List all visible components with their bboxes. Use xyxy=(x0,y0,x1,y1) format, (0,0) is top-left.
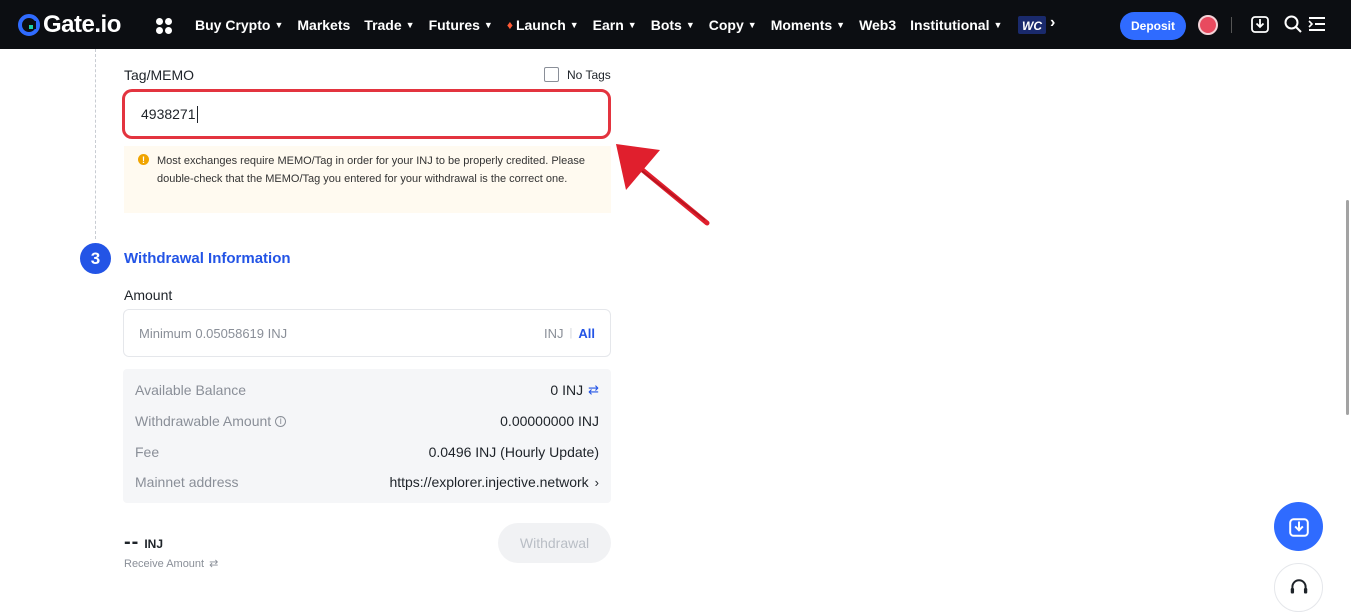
nav-item-trade[interactable]: Trade ▼ xyxy=(364,17,414,33)
nav-item-buy-crypto[interactable]: Buy Crypto ▼ xyxy=(195,17,283,33)
memo-warning-text: Most exchanges require MEMO/Tag in order… xyxy=(157,155,585,185)
summary-row-withdrawable-amount: Withdrawable Amount i 0.00000000 INJ xyxy=(135,413,599,429)
no-tags-label: No Tags xyxy=(567,67,611,82)
headset-icon xyxy=(1290,578,1307,593)
gate-logo-icon xyxy=(18,14,40,36)
main-nav: Buy Crypto ▼ Markets Trade ▼ Futures ▼ ♦ Lau… xyxy=(195,0,1016,49)
text-cursor xyxy=(196,105,198,123)
nav-item-institutional[interactable]: Institutional ▼ xyxy=(910,17,1002,33)
summary-row-available-balance: Available Balance 0 INJ ⇄ xyxy=(135,382,599,398)
download-icon[interactable] xyxy=(1250,14,1270,34)
info-icon[interactable]: i xyxy=(275,415,287,427)
tag-memo-label: Tag/MEMO xyxy=(124,67,195,83)
caret-down-icon: ▼ xyxy=(993,19,1003,30)
amount-placeholder: Minimum 0.05058619 INJ xyxy=(139,325,288,341)
avatar[interactable] xyxy=(1198,15,1218,35)
amount-label: Amount xyxy=(124,287,173,303)
download-app-button[interactable] xyxy=(1274,502,1323,551)
nav-item-launch[interactable]: ♦ Launch ▼ xyxy=(507,17,579,33)
nav-item-markets[interactable]: Markets xyxy=(297,17,350,33)
divider xyxy=(1231,17,1232,33)
nav-item-earn[interactable]: Earn ▼ xyxy=(593,17,637,33)
summary-row-mainnet-address[interactable]: Mainnet address https://explorer.injecti… xyxy=(135,472,599,492)
world-cup-badge-icon[interactable]: WC xyxy=(1018,14,1046,36)
receive-amount-value: -- INJ xyxy=(124,531,164,553)
nav-item-bots[interactable]: Bots ▼ xyxy=(651,17,695,33)
nav-item-web3[interactable]: Web3 xyxy=(859,17,896,33)
withdrawal-button[interactable]: Withdrawal xyxy=(498,523,611,563)
caret-down-icon: ▼ xyxy=(274,19,284,30)
swap-icon[interactable]: ⇄ xyxy=(209,557,218,570)
all-button[interactable]: All xyxy=(578,326,595,341)
nav-more-chevron-icon[interactable]: › xyxy=(1050,14,1055,32)
badge-text: WC xyxy=(1022,19,1042,33)
transfer-swap-icon[interactable]: ⇄ xyxy=(588,382,599,398)
caret-down-icon: ▼ xyxy=(569,19,579,30)
no-tags-checkbox[interactable]: No Tags xyxy=(544,67,611,82)
section-title: Withdrawal Information xyxy=(124,250,291,267)
amount-unit: INJ xyxy=(544,325,564,341)
caret-down-icon: ▼ xyxy=(627,19,637,30)
summary-row-fee: Fee 0.0496 INJ (Hourly Update) xyxy=(135,444,599,460)
amount-input[interactable]: Minimum 0.05058619 INJ INJ | All xyxy=(123,309,611,357)
memo-warning-notice: ! Most exchanges require MEMO/Tag in ord… xyxy=(124,146,611,213)
scrollbar[interactable] xyxy=(1346,200,1349,415)
nav-item-copy[interactable]: Copy ▼ xyxy=(709,17,757,33)
red-arrow-annotation-icon xyxy=(616,144,710,226)
logo-text: Gate.io xyxy=(43,11,121,38)
step-number-badge: 3 xyxy=(80,243,111,274)
caret-down-icon: ▼ xyxy=(836,19,846,30)
step-connector-line xyxy=(95,49,96,239)
menu-icon[interactable] xyxy=(1307,14,1327,34)
checkbox-icon[interactable] xyxy=(544,67,559,82)
tag-memo-input[interactable]: 4938271 xyxy=(122,89,611,139)
top-navigation-bar: Gate.io Buy Crypto ▼ Markets Trade ▼ Futur… xyxy=(0,0,1351,49)
download-icon xyxy=(1288,517,1309,537)
gate-logo[interactable]: Gate.io xyxy=(18,11,121,39)
deposit-button[interactable]: Deposit xyxy=(1120,12,1186,40)
tag-memo-value: 4938271 xyxy=(141,106,196,122)
chevron-right-icon: › xyxy=(594,474,599,490)
search-icon[interactable] xyxy=(1283,14,1303,34)
caret-down-icon: ▼ xyxy=(405,19,415,30)
caret-down-icon: ▼ xyxy=(747,19,757,30)
unit-divider: | xyxy=(569,327,573,339)
nav-item-futures[interactable]: Futures ▼ xyxy=(429,17,493,33)
support-button[interactable] xyxy=(1274,563,1323,612)
receive-amount-label: Receive Amount ⇄ xyxy=(124,557,219,571)
warning-icon: ! xyxy=(138,154,149,165)
caret-down-icon: ▼ xyxy=(685,19,695,30)
nav-item-moments[interactable]: Moments ▼ xyxy=(771,17,845,33)
flame-icon: ♦ xyxy=(506,17,513,32)
caret-down-icon: ▼ xyxy=(483,19,493,30)
apps-grid-icon[interactable] xyxy=(155,17,173,35)
withdrawal-summary: Available Balance 0 INJ ⇄ Withdrawable Am… xyxy=(123,369,611,503)
